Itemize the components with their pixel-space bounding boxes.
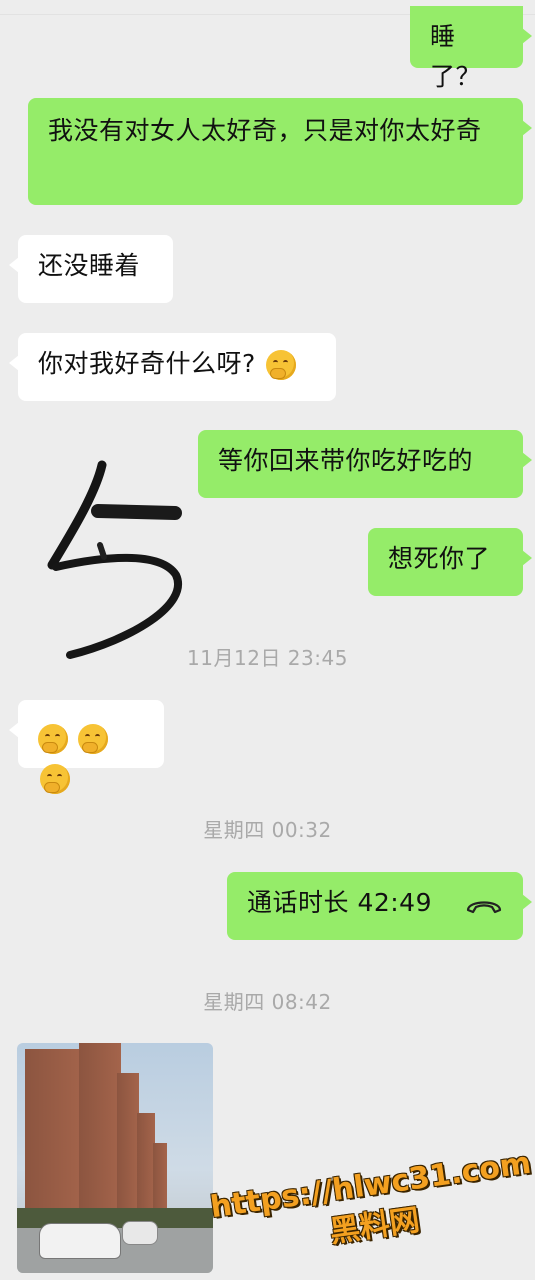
phone-hangup-icon [466,901,502,914]
received-message[interactable] [9,700,164,794]
photo-message[interactable] [17,1043,213,1273]
message-text: 睡了？ [430,22,482,91]
call-duration-label: 通话时长 42:49 [247,888,432,917]
timestamp: 星期四 00:32 [203,818,332,842]
sent-message[interactable]: 想死你了 [368,528,532,596]
car [122,1221,158,1245]
timestamp: 星期四 08:42 [203,990,332,1014]
message-text: 等你回来带你吃好吃的 [218,446,474,475]
received-message[interactable]: 还没睡着 [9,235,173,303]
message-text: 你对我好奇什么呀? [38,349,256,378]
watermark: https://hlwc31.com 黑料网 [208,1146,535,1267]
car [39,1223,121,1259]
call-duration-message[interactable]: 通话时长 42:49 [227,872,532,940]
timestamp: 11月12日 23:45 [187,646,348,670]
yawning-face-icon [266,350,297,380]
shushing-face-icon [78,724,109,754]
shushing-face-icon [38,724,68,754]
sent-message[interactable]: 睡了？ [410,6,532,91]
message-text: 我没有对女人太好奇，只是对你太好奇 [48,116,482,145]
sent-message[interactable]: 我没有对女人太好奇，只是对你太好奇 [28,98,532,205]
sent-message[interactable]: 等你回来带你吃好吃的 [198,430,532,498]
message-text: 想死你了 [388,544,491,573]
shushing-face-icon [40,764,70,794]
message-text: 还没睡着 [38,251,141,280]
handwriting-scribble-icon [47,460,182,659]
received-message[interactable]: 你对我好奇什么呀? [9,333,336,401]
